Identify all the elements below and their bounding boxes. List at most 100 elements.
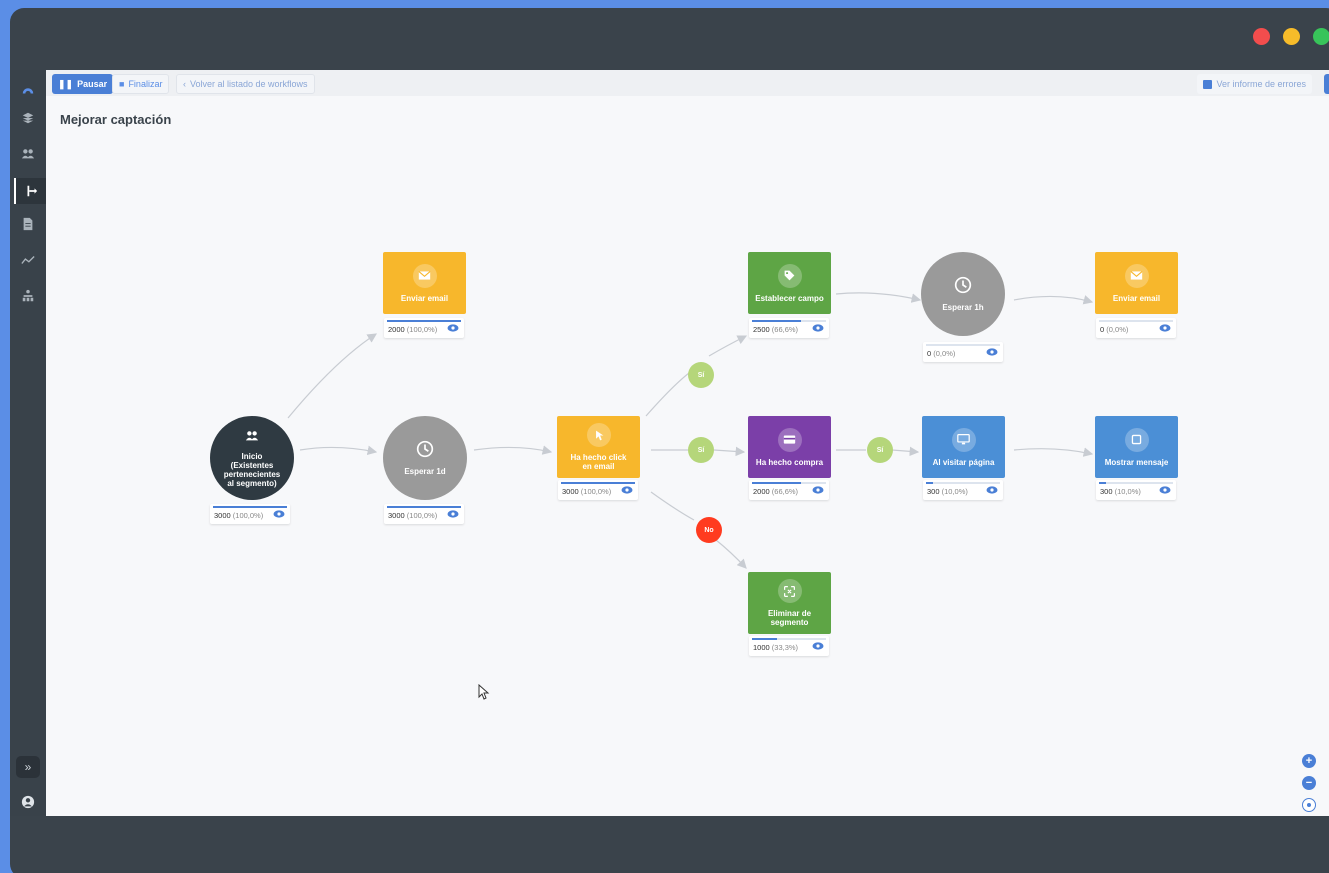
stat-count: 3000 <box>562 487 579 496</box>
node-stats: 2000 (66,6%) <box>749 480 829 500</box>
clock-icon <box>416 440 434 463</box>
eye-icon[interactable] <box>621 485 633 495</box>
node-label: Esperar 1d <box>404 467 446 476</box>
eye-icon[interactable] <box>986 485 998 495</box>
node-label: Mostrar mensaje <box>1104 457 1169 467</box>
center-view-icon[interactable] <box>1302 798 1316 812</box>
edge <box>708 335 748 357</box>
eye-icon[interactable] <box>812 323 824 333</box>
purchase-node[interactable]: Ha hecho compra <box>748 416 831 478</box>
click-email-node[interactable]: Ha hecho click en email <box>557 416 640 478</box>
stat-percent: (10,0%) <box>941 487 968 496</box>
edge <box>715 539 747 569</box>
workflow-canvas: ❚❚ Pausar ■ Finalizar ‹ Volver al listad… <box>46 70 1329 816</box>
stat-count: 2500 <box>753 325 770 334</box>
contacts-icon[interactable] <box>18 144 38 164</box>
node-stats: 1000 (33,3%) <box>749 636 829 656</box>
node-label: Enviar email <box>400 293 449 303</box>
app-window: » ❚❚ Pausar ■ Finalizar ‹ Volver al list… <box>10 8 1329 873</box>
set-field-node[interactable]: Establecer campo <box>748 252 831 314</box>
condition-yes-1[interactable]: Sí <box>688 362 714 388</box>
stat-percent: (100,0%) <box>580 487 612 496</box>
stat-count: 2000 <box>753 487 770 496</box>
mail-icon <box>412 263 437 288</box>
condition-no[interactable]: No <box>696 517 722 543</box>
edge <box>1013 295 1094 305</box>
eye-icon[interactable] <box>812 641 824 651</box>
remove-icon <box>777 579 802 603</box>
edge <box>650 491 695 521</box>
eye-icon[interactable] <box>1159 323 1171 333</box>
mouse-cursor-icon <box>478 684 490 700</box>
condition-yes-2[interactable]: Sí <box>688 437 714 463</box>
zoom-in-icon[interactable]: + <box>1302 754 1316 768</box>
stat-percent: (0,0%) <box>933 349 956 358</box>
square-icon <box>1124 427 1149 452</box>
eye-icon[interactable] <box>986 347 998 357</box>
stat-count: 2000 <box>388 325 405 334</box>
edge <box>891 446 920 457</box>
stat-percent: (33,3%) <box>771 643 799 652</box>
eye-icon[interactable] <box>447 509 459 519</box>
window-controls <box>1253 28 1329 45</box>
minimize-dot[interactable] <box>1283 28 1300 45</box>
expand-sidebar-icon[interactable]: » <box>16 756 40 778</box>
edge <box>645 369 694 417</box>
close-dot[interactable] <box>1253 28 1270 45</box>
stat-percent: (100,0%) <box>232 511 264 520</box>
stat-percent: (100,0%) <box>406 511 438 520</box>
clock-icon <box>954 276 972 299</box>
eye-icon[interactable] <box>1159 485 1171 495</box>
org-chart-icon[interactable] <box>18 286 38 306</box>
sidebar: » <box>10 70 46 816</box>
node-stats: 0 (0,0%) <box>1096 318 1176 338</box>
wait-node-1[interactable]: Esperar 1d <box>383 416 467 500</box>
stat-percent: (66,6%) <box>771 325 799 334</box>
node-stats: 2500 (66,6%) <box>749 318 829 338</box>
analytics-icon[interactable] <box>18 250 38 270</box>
users-icon <box>245 429 259 448</box>
stat-percent: (10,0%) <box>1114 487 1141 496</box>
eye-icon[interactable] <box>273 509 285 519</box>
stat-count: 0 <box>1100 325 1105 334</box>
wait-node-2[interactable]: Esperar 1h <box>921 252 1005 336</box>
node-label: Al visitar página <box>932 457 995 467</box>
condition-yes-3[interactable]: Sí <box>867 437 893 463</box>
stat-count: 0 <box>927 349 932 358</box>
document-icon[interactable] <box>18 214 38 234</box>
node-stats: 2000 (100,0%) <box>384 318 464 338</box>
pointer-icon <box>586 423 611 447</box>
tag-icon <box>777 263 802 288</box>
node-stats: 3000 (100,0%) <box>384 504 464 524</box>
visit-page-node[interactable]: Al visitar página <box>922 416 1005 478</box>
zoom-out-icon[interactable]: − <box>1302 776 1316 790</box>
stat-count: 3000 <box>214 511 231 520</box>
edge <box>713 446 746 457</box>
remove-segment-node[interactable]: Eliminar de segmento <box>748 572 831 634</box>
layers-icon[interactable] <box>18 108 38 128</box>
eye-icon[interactable] <box>812 485 824 495</box>
card-icon <box>777 427 802 452</box>
stat-percent: (66,6%) <box>771 487 799 496</box>
node-stats: 300 (10,0%) <box>1096 480 1176 500</box>
start-node[interactable]: Inicio (Existentes pertenecientes al seg… <box>210 416 294 500</box>
stat-percent: (0,0%) <box>1106 325 1129 334</box>
eye-icon[interactable] <box>447 323 459 333</box>
stat-count: 3000 <box>388 511 405 520</box>
node-label: Ha hecho compra <box>755 457 824 467</box>
node-label: Ha hecho click en email <box>570 453 627 471</box>
node-stats: 3000 (100,0%) <box>210 504 290 524</box>
maximize-dot[interactable] <box>1313 28 1329 45</box>
logo-icon[interactable] <box>18 80 38 100</box>
edge <box>287 333 378 419</box>
workflow-icon[interactable] <box>14 178 46 204</box>
monitor-icon <box>951 427 976 452</box>
stat-count: 1000 <box>753 643 770 652</box>
user-account-icon[interactable] <box>18 792 38 812</box>
email-node-2[interactable]: Enviar email <box>1095 252 1178 314</box>
email-node-1[interactable]: Enviar email <box>383 252 466 314</box>
node-stats: 3000 (100,0%) <box>558 480 638 500</box>
node-label: Eliminar de segmento <box>767 609 812 627</box>
show-message-node[interactable]: Mostrar mensaje <box>1095 416 1178 478</box>
stat-count: 300 <box>1100 487 1113 496</box>
